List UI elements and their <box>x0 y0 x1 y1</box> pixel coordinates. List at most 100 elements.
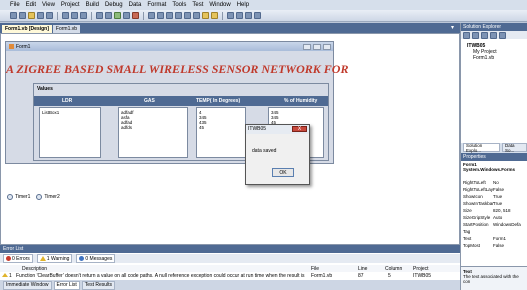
solution-tab-strip: Solution Explo... Data So... <box>461 143 527 153</box>
menu-item-format[interactable]: Format <box>147 2 166 8</box>
tab-form1-design[interactable]: Form1.vb [Design] <box>2 25 52 33</box>
object-browser-icon[interactable] <box>254 12 261 19</box>
start-debug-icon[interactable] <box>114 12 121 19</box>
error-icon <box>6 256 11 261</box>
pause-icon[interactable] <box>123 12 130 19</box>
undo-icon[interactable] <box>96 12 103 19</box>
send-back-icon[interactable] <box>211 12 218 19</box>
bring-front-icon[interactable] <box>202 12 209 19</box>
tab-error-list[interactable]: Error List <box>53 280 80 290</box>
property-value[interactable]: False <box>493 243 504 248</box>
align-left-icon[interactable] <box>148 12 155 19</box>
property-row[interactable]: Text Form1 <box>463 236 506 241</box>
solution-tree: ITWB05 My Project Form1.vb <box>467 43 497 61</box>
toolbox-icon[interactable] <box>245 12 252 19</box>
property-value[interactable]: WindowsDefa <box>493 222 521 227</box>
properties-icon[interactable] <box>463 32 470 39</box>
dialog-close-button[interactable]: X <box>292 126 307 132</box>
property-value[interactable]: Auto <box>493 215 502 220</box>
property-name: Tag <box>463 229 471 234</box>
property-description-text: The text associated with the con <box>463 274 519 284</box>
menu-item-build[interactable]: Build <box>86 2 99 8</box>
document-tab-strip: Form1.vb [Design] Form1.vb <box>0 23 460 33</box>
menu-item-debug[interactable]: Debug <box>105 2 123 8</box>
tab-form1-code[interactable]: Form1.vb <box>52 25 81 33</box>
menu-item-file[interactable]: File <box>10 2 20 8</box>
messages-filter-button[interactable]: 0 Messages <box>76 254 116 263</box>
solution-explorer-icon[interactable] <box>227 12 234 19</box>
property-row[interactable]: ShowInTaskbarTrue <box>463 201 502 206</box>
menu-item-help[interactable]: Help <box>237 2 249 8</box>
tree-item-form1[interactable]: Form1.vb <box>467 55 497 61</box>
menu-item-test[interactable]: Test <box>192 2 203 8</box>
add-item-icon[interactable] <box>19 12 26 19</box>
gas-column-label[interactable]: GAS <box>144 98 155 104</box>
property-row[interactable]: RightToLeft No <box>463 180 499 185</box>
menu-item-project[interactable]: Project <box>61 2 80 8</box>
show-all-files-icon[interactable] <box>472 32 479 39</box>
redo-icon[interactable] <box>105 12 112 19</box>
solution-toolbar <box>461 31 527 39</box>
copy-icon[interactable] <box>71 12 78 19</box>
tab-immediate-window[interactable]: Immediate Window <box>3 280 52 290</box>
property-row[interactable]: Size 820, 518 <box>463 208 511 213</box>
tab-test-results[interactable]: Test Results <box>81 280 116 290</box>
open-icon[interactable] <box>28 12 35 19</box>
property-value[interactable]: No <box>493 180 499 185</box>
timer1-component[interactable]: Timer1 <box>7 194 30 200</box>
form-heading-label[interactable]: A ZIGREE BASED SMALL WIRELESS SENSOR NET… <box>6 62 348 78</box>
tab-solution-explorer[interactable]: Solution Explo... <box>463 143 500 153</box>
menu-item-window[interactable]: Window <box>209 2 230 8</box>
ldr-listbox[interactable]: ListBox1 <box>39 107 101 158</box>
gas-listbox[interactable]: adfadf asfa adfad adfds <box>118 107 188 158</box>
ldr-column-label[interactable]: LDR <box>62 98 72 104</box>
property-row[interactable]: SizeGripStyle Auto <box>463 215 502 220</box>
align-middle-icon[interactable] <box>184 12 191 19</box>
align-bottom-icon[interactable] <box>193 12 200 19</box>
new-project-icon[interactable] <box>10 12 17 19</box>
property-name: ShowIcon <box>463 194 483 199</box>
warnings-filter-button[interactable]: 1 Warning <box>36 254 73 263</box>
property-value[interactable]: 820, 518 <box>493 208 511 213</box>
refresh-icon[interactable] <box>481 32 488 39</box>
property-row[interactable]: ShowIcon True <box>463 194 502 199</box>
align-top-icon[interactable] <box>175 12 182 19</box>
align-right-icon[interactable] <box>166 12 173 19</box>
property-row[interactable]: TopMost False <box>463 243 504 248</box>
property-value[interactable]: False <box>493 187 504 192</box>
solution-explorer-title: Solution Explorer <box>461 23 527 31</box>
property-row[interactable]: RightToLeftLayFalse <box>463 187 504 192</box>
menu-item-tools[interactable]: Tools <box>172 2 186 8</box>
property-row[interactable]: Tag <box>463 229 493 234</box>
tab-data-sources[interactable]: Data So... <box>501 143 527 153</box>
menu-item-edit[interactable]: Edit <box>26 2 36 8</box>
stop-icon[interactable] <box>132 12 139 19</box>
save-icon[interactable] <box>37 12 44 19</box>
temp-listbox[interactable]: 4 345 435 45 <box>196 107 246 158</box>
close-document-icon[interactable]: ▾ ✕ <box>451 23 459 41</box>
dialog-ok-button[interactable]: OK <box>272 168 294 177</box>
property-name: StartPosition <box>463 222 489 227</box>
menu-item-view[interactable]: View <box>42 2 55 8</box>
view-code-icon[interactable] <box>490 32 497 39</box>
table-row[interactable]: 1 Function 'ClearBuffer' doesn't return … <box>0 272 460 279</box>
view-designer-icon[interactable] <box>499 32 506 39</box>
cut-icon[interactable] <box>62 12 69 19</box>
toolbar-divider <box>143 11 144 20</box>
property-row[interactable]: StartPosition WindowsDefa <box>463 222 521 227</box>
errors-filter-button[interactable]: 0 Errors <box>3 254 33 263</box>
properties-icon[interactable] <box>236 12 243 19</box>
properties-object-selector[interactable]: Form1 System.Windows.Forms <box>461 161 527 173</box>
humidity-column-label[interactable]: % of Humidity <box>284 98 317 104</box>
menu-item-data[interactable]: Data <box>129 2 142 8</box>
property-value[interactable]: True <box>493 201 502 206</box>
property-value[interactable]: Form1 <box>493 236 506 241</box>
paste-icon[interactable] <box>80 12 87 19</box>
save-all-icon[interactable] <box>46 12 53 19</box>
align-center-icon[interactable] <box>157 12 164 19</box>
temp-column-label[interactable]: TEMP( In Degrees) <box>196 98 240 104</box>
property-value[interactable]: True <box>493 194 502 199</box>
property-description: Text The text associated with the con <box>461 266 527 290</box>
error-filter-bar: 0 Errors 1 Warning 0 Messages <box>0 254 460 263</box>
timer2-component[interactable]: Timer2 <box>36 194 60 200</box>
